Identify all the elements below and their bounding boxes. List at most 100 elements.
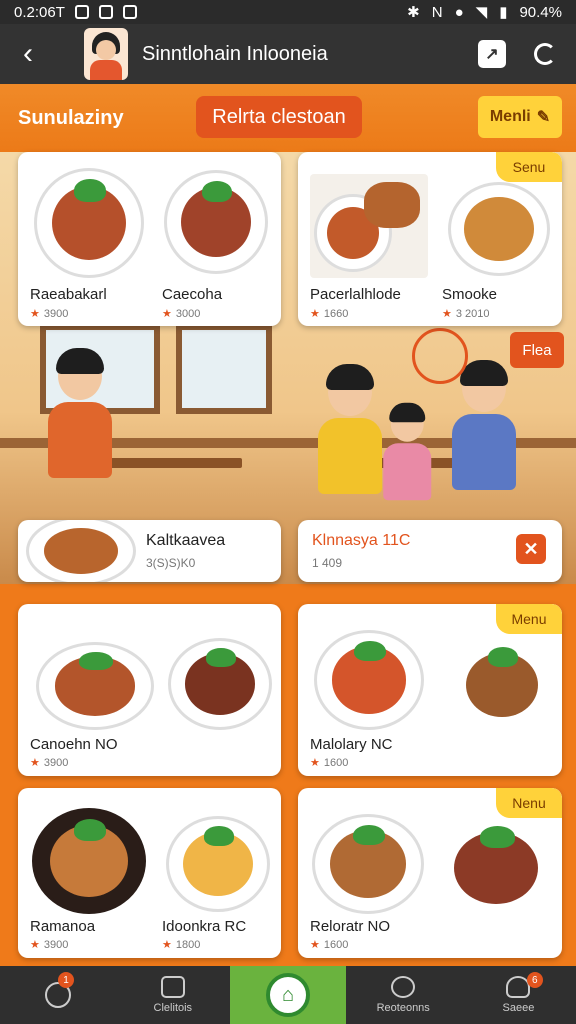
dish-image [164,170,268,274]
featured-item-card[interactable]: Kaltkaavea 3(S)S)K0 [18,520,281,582]
dish-image [452,640,552,730]
dish-name: Reloratr NO [310,918,391,935]
edit-icon: ✎ [536,109,551,126]
dish-price: ★ 3900 [30,308,69,320]
dish-image [438,818,554,918]
nav-restaurants[interactable]: Reoteonns [346,966,461,1024]
nfc-icon: N [431,3,443,21]
notification-badge: 1 [58,972,74,988]
star-icon: ★ [310,308,320,320]
avatar[interactable] [84,28,128,80]
diner-illustration [452,360,516,490]
search-icon [391,976,416,998]
notification-icon [74,5,89,19]
dish-card[interactable]: Nenu Reloratr NO ★ 1600 [298,788,562,958]
dish-name: Pacerlalhlode [310,286,401,303]
dish-name: Idoonkra RC [162,918,247,935]
battery-level: 90.4% [519,3,562,21]
dish-price: ★ 3 2010 [442,308,490,320]
diner-illustration [318,364,382,494]
nav-collections[interactable]: Clelitois [115,966,230,1024]
dish-image [310,174,428,278]
dish-card[interactable]: Raeabakarl ★ 3900 Caecoha ★ 3000 [18,152,281,326]
dish-name: Canoehn NO [30,736,118,753]
menu-button[interactable]: Menli ✎ [478,96,562,138]
dish-image [448,182,550,276]
bag-icon [160,976,185,998]
home-icon: ⌂ [266,973,310,1017]
back-arrow-icon[interactable]: ‹ [0,24,56,84]
menu-tag[interactable]: Nenu [496,788,562,818]
dish-image [26,520,136,582]
star-icon: ★ [310,757,320,769]
dish-price: ★ 3000 [162,308,201,320]
dish-name: Ramanoa [30,918,96,935]
dish-card[interactable]: Ramanoa ★ 3900 Idoonkra RC ★ 1800 [18,788,281,958]
dish-image [168,638,272,730]
featured-item-name: Klnnasya 11C [312,532,411,549]
location-icon: ● [454,3,464,21]
dish-price: ★ 1800 [162,939,201,951]
featured-item-sub: 3(S)S)K0 [146,556,196,570]
dish-image [36,642,154,730]
nav-label: Reoteonns [376,1002,430,1014]
menu-tag[interactable]: Menu [496,604,562,634]
dish-price: ★ 3900 [30,757,69,769]
nav-home[interactable]: ⌂ [230,966,346,1024]
status-time: 0.2:06T [14,3,65,21]
nav-account[interactable]: Saeee 6 [461,966,576,1024]
dish-image [314,630,424,730]
dish-card[interactable]: Menu Malolary NC ★ 1600 [298,604,562,776]
star-icon: ★ [30,757,40,769]
close-icon: ✕ [523,538,539,559]
featured-item-card[interactable]: Klnnasya 11C 1 409 ✕ [298,520,562,582]
star-icon: ★ [30,939,40,951]
dish-price: ★ 1600 [310,757,349,769]
share-icon: ↗ [485,46,499,63]
star-icon: ★ [162,939,172,951]
star-icon: ★ [442,308,452,320]
signal-icon: ▮ [499,4,508,21]
diner-illustration [48,348,112,478]
bottom-navigation: 1 Clelitois ⌂ Reoteonns Saeee 6 [0,966,576,1024]
featured-item-name: Kaltkaavea [146,532,226,549]
close-button[interactable]: ✕ [516,534,546,564]
dish-name: Caecoha [162,286,223,303]
app-title: Sinntlohain Inlooneia [142,42,328,65]
dish-card[interactable]: Canoehn NO ★ 3900 [18,604,281,776]
dish-name: Malolary NC [310,736,393,753]
dish-image [32,808,146,914]
whatsapp-icon [98,5,113,19]
dish-image [166,816,270,912]
dish-card[interactable]: Senu Pacerlalhlode ★ 1660 Smooke ★ 3 2010 [298,152,562,326]
star-icon: ★ [162,308,172,320]
sun-sign-illustration [412,328,468,384]
dish-image [312,814,424,914]
share-button[interactable]: ↗ [478,40,506,68]
menu-button-label: Menli [489,108,531,125]
nav-label: Clelitois [153,1002,193,1014]
star-icon: ★ [310,939,320,951]
menu-tag[interactable]: Senu [496,152,562,182]
category-toolbar: Sunulaziny Relrta clestoan Menli ✎ [0,84,576,152]
nav-profile[interactable]: 1 [0,966,115,1024]
wifi-icon: ◥ [475,4,488,21]
featured-item-sub: 1 409 [312,556,343,570]
table-illustration [92,458,242,468]
refresh-icon[interactable] [534,43,556,65]
dish-price: ★ 1660 [310,308,349,320]
category-label[interactable]: Sunulaziny [18,107,124,130]
restaurant-selector-button[interactable]: Relrta clestoan [196,96,362,138]
promo-badge[interactable]: Flea [510,332,564,368]
nav-label: Saeee [502,1002,535,1014]
notification-badge: 6 [526,972,543,988]
dish-name: Smooke [442,286,498,303]
dish-price: ★ 1600 [310,939,349,951]
bluetooth-icon: ✱ [407,4,420,21]
gallery-icon [122,5,137,19]
star-icon: ★ [30,308,40,320]
dish-name: Raeabakarl [30,286,107,303]
diner-illustration [383,402,432,501]
app-bar: ‹ Sinntlohain Inlooneia ↗ [0,24,576,84]
dish-price: ★ 3900 [30,939,69,951]
